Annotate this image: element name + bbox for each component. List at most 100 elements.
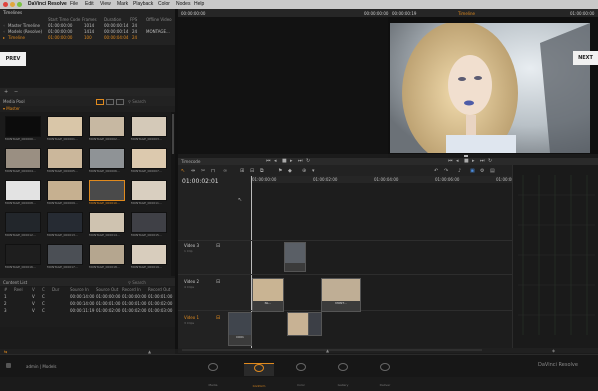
media-clip-thumbnail[interactable]	[47, 244, 83, 265]
snap-icon[interactable]: ⊓	[211, 168, 215, 174]
timeline-clip[interactable]: C001	[228, 312, 252, 346]
timeline-clip[interactable]: MONT...	[321, 278, 361, 312]
close-window-icon[interactable]	[3, 2, 8, 7]
flag-icon[interactable]: ⚑	[278, 168, 282, 174]
track-lock-icon[interactable]: ⊟	[216, 243, 220, 249]
video-icon[interactable]: ▣	[470, 168, 475, 174]
undo-icon[interactable]: ↶	[434, 168, 438, 174]
dropdown-icon[interactable]: ▾	[312, 168, 315, 174]
page-conform[interactable]: Conform	[244, 363, 274, 388]
rec-step-back-icon[interactable]: ◂	[456, 158, 459, 164]
replace-icon[interactable]: ⧉	[260, 168, 264, 174]
audio-icon[interactable]: ♪	[458, 168, 461, 174]
menu-mark[interactable]: Mark	[117, 1, 128, 7]
media-clip-thumbnail[interactable]	[89, 116, 125, 137]
media-clip-thumbnail[interactable]	[89, 244, 125, 265]
layout-icon[interactable]: ▤	[490, 168, 495, 174]
edl-row[interactable]: 3VC 00:00:11:19 01:00:02:00 01:00:02:00 01:…	[0, 308, 175, 314]
timeline-row[interactable]: ◦ Master Timeline 01:00:00:00 1014 00:00:…	[0, 23, 175, 28]
next-button[interactable]: NEXT	[573, 51, 598, 65]
page-media[interactable]: Media	[198, 363, 228, 387]
media-clip-thumbnail[interactable]	[47, 180, 83, 201]
page-color[interactable]: Color	[286, 363, 316, 387]
sort-icon[interactable]	[116, 99, 124, 105]
jump-start-icon[interactable]: ⏮	[266, 158, 271, 164]
settings-icon[interactable]: ⚙	[480, 168, 484, 174]
rec-jump-end-icon[interactable]: ⏭	[480, 158, 485, 164]
media-search-input[interactable]: ⚲ Search	[128, 99, 146, 104]
timeline-clip[interactable]	[284, 242, 306, 272]
loop-icon[interactable]: ↻	[306, 158, 310, 164]
minimize-window-icon[interactable]	[10, 2, 15, 7]
track-video-3[interactable]: Video 3 1 Clip ⊟	[178, 240, 512, 275]
timeline-row[interactable]: ◦ Models (Resolve) 01:00:00:00 1414 00:00…	[0, 29, 175, 34]
edl-search-input[interactable]: ⚲ Search	[128, 280, 146, 285]
media-clip-thumbnail[interactable]	[131, 244, 167, 265]
menu-view[interactable]: View	[100, 1, 111, 7]
zoom-window-icon[interactable]	[17, 2, 22, 7]
stop-icon[interactable]: ■	[282, 158, 287, 164]
zoom-icon[interactable]: ⊕	[302, 168, 306, 174]
media-clip-thumbnail[interactable]	[47, 212, 83, 233]
media-clip-thumbnail[interactable]	[89, 148, 125, 169]
remove-icon[interactable]: −	[14, 89, 18, 95]
scroll-thumb-icon[interactable]: ▲	[326, 348, 329, 353]
menu-file[interactable]: File	[70, 1, 78, 7]
edl-row[interactable]: 1VC 00:00:14:00 01:00:00:00 01:00:00:00 01:…	[0, 294, 175, 300]
rec-play-icon[interactable]: ▸	[472, 158, 475, 164]
blade-tool-icon[interactable]: ✂	[201, 168, 205, 174]
page-gallery[interactable]: Gallery	[328, 363, 358, 387]
menu-color[interactable]: Color	[158, 1, 170, 7]
track-lock-icon[interactable]: ⊟	[216, 279, 220, 285]
select-tool-icon[interactable]: ↖	[181, 168, 185, 174]
menu-edit[interactable]: Edit	[85, 1, 94, 7]
timeline-row-active[interactable]: ▸ Timeline 01:00:00:00 100 00:00:04:04 24	[0, 35, 175, 40]
prev-button[interactable]: PREV	[0, 52, 26, 66]
record-viewer[interactable]: NEXT	[388, 17, 598, 154]
step-back-icon[interactable]: ◂	[274, 158, 277, 164]
rec-stop-icon[interactable]: ■	[464, 158, 469, 164]
media-clip-thumbnail[interactable]	[5, 244, 41, 265]
link-icon[interactable]: ∞	[223, 168, 227, 174]
menu-nodes[interactable]: Nodes	[176, 1, 190, 7]
add-icon[interactable]: +	[4, 89, 8, 95]
media-clip-thumbnail[interactable]	[131, 180, 167, 201]
timeline-ruler[interactable]: 01:00:00:00 01:00:02:00 01:00:04:00 01:0…	[250, 176, 520, 183]
edl-row[interactable]: 2VC 00:00:14:00 01:00:01:00 01:00:01:00 01:…	[0, 301, 175, 307]
folder-master[interactable]: ▾ Master	[3, 106, 20, 111]
media-clip-thumbnail[interactable]	[47, 148, 83, 169]
rec-jump-start-icon[interactable]: ⏮	[448, 158, 453, 164]
media-clip-thumbnail[interactable]	[5, 212, 41, 233]
media-clip-thumbnail[interactable]	[5, 148, 41, 169]
play-icon[interactable]: ▸	[290, 158, 293, 164]
menu-app[interactable]: DaVinci Resolve	[28, 1, 67, 7]
menu-playback[interactable]: Playback	[133, 1, 153, 7]
page-deliver[interactable]: Deliver	[370, 363, 400, 387]
timeline-clip[interactable]: NL...	[252, 278, 284, 312]
track-lock-icon[interactable]: ⊟	[216, 315, 220, 321]
media-clip-thumbnail[interactable]	[131, 148, 167, 169]
rec-loop-icon[interactable]: ↻	[488, 158, 492, 164]
media-clip-thumbnail[interactable]	[5, 180, 41, 201]
timeline-scrollbar[interactable]: ▲ ◈	[178, 348, 598, 353]
menu-help[interactable]: Help	[194, 1, 204, 7]
media-clip-thumbnail[interactable]	[131, 116, 167, 137]
list-view-icon[interactable]	[106, 99, 114, 105]
source-viewer[interactable]	[178, 17, 388, 154]
media-clip-thumbnail[interactable]	[131, 212, 167, 233]
marker-icon[interactable]: ◆	[288, 168, 292, 174]
media-clip-thumbnail[interactable]	[5, 116, 41, 137]
redo-icon[interactable]: ↷	[444, 168, 448, 174]
timeline-clip[interactable]	[287, 312, 309, 336]
insert-icon[interactable]: ⊞	[240, 168, 244, 174]
media-clip-thumbnail[interactable]	[47, 116, 83, 137]
overwrite-icon[interactable]: ⊟	[250, 168, 254, 174]
timeline-clip[interactable]	[308, 312, 322, 336]
media-clip-thumbnail[interactable]	[89, 180, 125, 201]
zoom-handle-icon[interactable]: ◈	[552, 348, 555, 353]
media-pool-scrollbar[interactable]	[171, 112, 175, 276]
media-clip-thumbnail[interactable]	[89, 212, 125, 233]
trim-tool-icon[interactable]: ⇹	[191, 168, 195, 174]
jump-end-icon[interactable]: ⏭	[298, 158, 303, 164]
grid-view-icon[interactable]	[96, 99, 104, 105]
